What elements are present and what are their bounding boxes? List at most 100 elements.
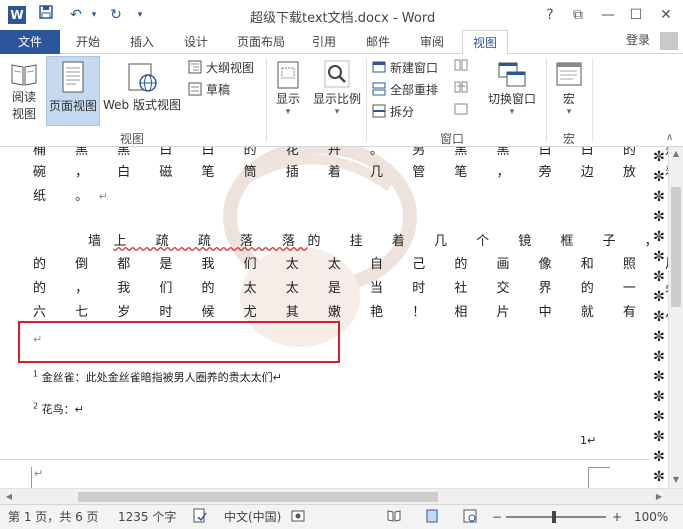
arrange-all-button[interactable]: 全部重排	[372, 80, 438, 100]
window-title: 超级下载text文档.docx - Word	[250, 11, 436, 26]
word-count-status[interactable]: 1235 个字	[118, 505, 176, 529]
synchronous-scrolling-icon[interactable]	[454, 80, 470, 100]
split-icon	[372, 104, 386, 118]
zoom-in-button[interactable]: +	[612, 505, 622, 529]
zoom-dropdown-icon: ▾	[334, 107, 340, 117]
redo-icon[interactable]: ↻	[106, 5, 126, 25]
undo-icon[interactable]: ↶	[66, 5, 86, 25]
group-divider	[266, 58, 267, 142]
web-layout-button[interactable]: Web 版式视图	[102, 58, 182, 128]
print-layout-view-icon[interactable]	[424, 505, 440, 529]
read-mode-icon	[9, 60, 39, 88]
reset-window-position-icon[interactable]	[454, 102, 470, 122]
avatar[interactable]	[660, 32, 678, 50]
footnote-1: 1 金丝雀：此处金丝雀暗指被男人圈养的贵太太们↵	[33, 369, 282, 385]
margin-corner-mark	[588, 467, 610, 488]
scroll-down-icon[interactable]: ▼	[671, 475, 681, 485]
scroll-left-icon[interactable]: ◀	[4, 492, 14, 502]
outline-button[interactable]: 大纲视图	[188, 58, 254, 78]
zoom-slider-handle[interactable]	[552, 511, 556, 523]
zoom-out-button[interactable]: −	[492, 505, 502, 529]
footnote-number: 2	[33, 401, 39, 411]
macros-button[interactable]: 宏 ▾	[552, 58, 586, 128]
window-group-label: 窗口	[440, 132, 465, 146]
vertical-scroll-thumb[interactable]	[671, 187, 681, 307]
paragraph-mark: ↵	[33, 333, 43, 346]
read-mode-button[interactable]: 阅读 视图	[4, 58, 44, 128]
scroll-up-icon[interactable]: ▲	[671, 149, 681, 159]
ornament-icon: ✼	[653, 149, 665, 165]
tab-file[interactable]: 文件	[0, 30, 60, 54]
close-button[interactable]: ✕	[654, 4, 678, 26]
customize-qat-icon[interactable]: ▾	[130, 5, 150, 25]
outline-label: 大纲视图	[206, 61, 255, 75]
vertical-scrollbar[interactable]: ▲ ▼	[668, 147, 683, 488]
page-break-line	[0, 459, 650, 460]
zoom-label: 显示比例	[312, 92, 361, 106]
show-dropdown-icon: ▾	[285, 107, 291, 117]
ornament-icon: ✼	[653, 429, 665, 445]
horizontal-scrollbar[interactable]: ◀ ▶	[0, 488, 683, 504]
draft-button[interactable]: 草稿	[188, 80, 230, 100]
word-app-icon[interactable]: W	[8, 6, 26, 24]
print-layout-button[interactable]: 页面视图	[46, 56, 100, 126]
footnote-2: 2 花鸟：↵	[33, 401, 84, 417]
zoom-level[interactable]: 100%	[634, 505, 668, 529]
read-mode-view-icon[interactable]	[386, 505, 402, 529]
tab-references[interactable]: 引用	[304, 30, 344, 54]
doc-line: 六 七 岁 时 候 尤 其 嫩 艳 ！ 相 片 中 就 有 几 张 是 青 春	[33, 305, 668, 320]
doc-line: 的 倒 都 是 我 们 太 太 自 己 的 画 像 和 照 片 。 无 疑	[33, 257, 668, 272]
document-canvas[interactable]: 桶 黑 黑 白 白 的 花 卉 。 另 黑 黑 白 白 的 是 一 只 大 墨 …	[0, 147, 668, 488]
tab-home[interactable]: 开始	[68, 30, 108, 54]
ribbon-display-options-button[interactable]: ⧉	[566, 4, 590, 26]
arrange-all-label: 全部重排	[390, 83, 439, 97]
zoom-button[interactable]: 显示比例 ▾	[310, 58, 364, 128]
group-divider	[366, 58, 367, 142]
minimize-button[interactable]: —	[596, 4, 620, 26]
web-layout-label: Web 版式视图	[103, 98, 181, 112]
macro-recording-icon[interactable]	[290, 505, 306, 529]
ornament-icon: ✼	[653, 449, 665, 465]
doc-line-text: 墙	[88, 234, 114, 249]
margin-corner-mark	[10, 467, 32, 488]
footnote-text: 金丝雀：此处金丝雀暗指被男人圈养的贵太太们↵	[41, 371, 282, 384]
undo-dropdown-icon[interactable]: ▾	[84, 5, 104, 25]
collapse-ribbon-icon[interactable]: ∧	[666, 132, 673, 143]
language-status[interactable]: 中文(中国)	[224, 505, 281, 529]
footnote-number: 1	[33, 369, 39, 379]
tab-view[interactable]: 视图	[462, 30, 508, 55]
maximize-button[interactable]: ☐	[624, 4, 648, 26]
zoom-slider-track[interactable]	[506, 516, 606, 518]
tab-insert[interactable]: 插入	[122, 30, 162, 54]
sign-in-link[interactable]: 登录	[626, 30, 650, 50]
new-window-icon	[372, 60, 386, 74]
ornament-icon: ✼	[653, 189, 665, 205]
show-button[interactable]: 显示 ▾	[270, 58, 306, 128]
view-side-by-side-icon[interactable]	[454, 58, 470, 78]
split-button[interactable]: 拆分	[372, 102, 414, 122]
doc-line: 墙上 疏 疏 落 落的 挂 着 几 个 镜 框 子 ， 大 多 数	[88, 230, 668, 249]
new-window-button[interactable]: 新建窗口	[372, 58, 438, 78]
horizontal-scroll-thumb[interactable]	[78, 492, 438, 502]
ornament-icon: ✼	[653, 169, 665, 185]
tab-page-layout[interactable]: 页面布局	[232, 30, 290, 54]
tab-mailings[interactable]: 邮件	[358, 30, 398, 54]
ornament-icon: ✼	[653, 229, 665, 245]
ribbon-tabs: 文件 开始 插入 设计 页面布局 引用 邮件 审阅 视图 登录	[0, 30, 683, 55]
scroll-right-icon[interactable]: ▶	[654, 492, 664, 502]
print-layout-label: 页面视图	[48, 99, 97, 113]
web-layout-view-icon[interactable]	[462, 505, 478, 529]
tab-design[interactable]: 设计	[176, 30, 216, 54]
doc-line: 桶 黑 黑 白 白 的 花 卉 。 另 黑 黑 白 白 的 是 一 只 大 墨	[33, 147, 668, 158]
title-bar: W ↶ ▾ ↻ ▾ 超级下载text文档.docx - Word ? ⧉ — ☐…	[0, 0, 683, 30]
tab-review[interactable]: 审阅	[412, 30, 452, 54]
save-icon[interactable]	[36, 5, 56, 25]
doc-line: 碗 ， 白 磁 笔 筒 插 着 几 管 笔 ， 旁 边 放 着 几 卷 白	[33, 165, 668, 180]
switch-windows-button[interactable]: 切换窗口 ▾	[484, 58, 540, 128]
paragraph-mark: ↵	[98, 190, 108, 203]
doc-line-text: 纸 。	[33, 189, 101, 204]
help-button[interactable]: ?	[538, 4, 562, 26]
spell-error-text: 上 疏 疏 落 落	[113, 234, 308, 249]
page-count-status[interactable]: 第 1 页，共 6 页	[8, 505, 99, 529]
proofing-icon[interactable]	[192, 505, 208, 529]
